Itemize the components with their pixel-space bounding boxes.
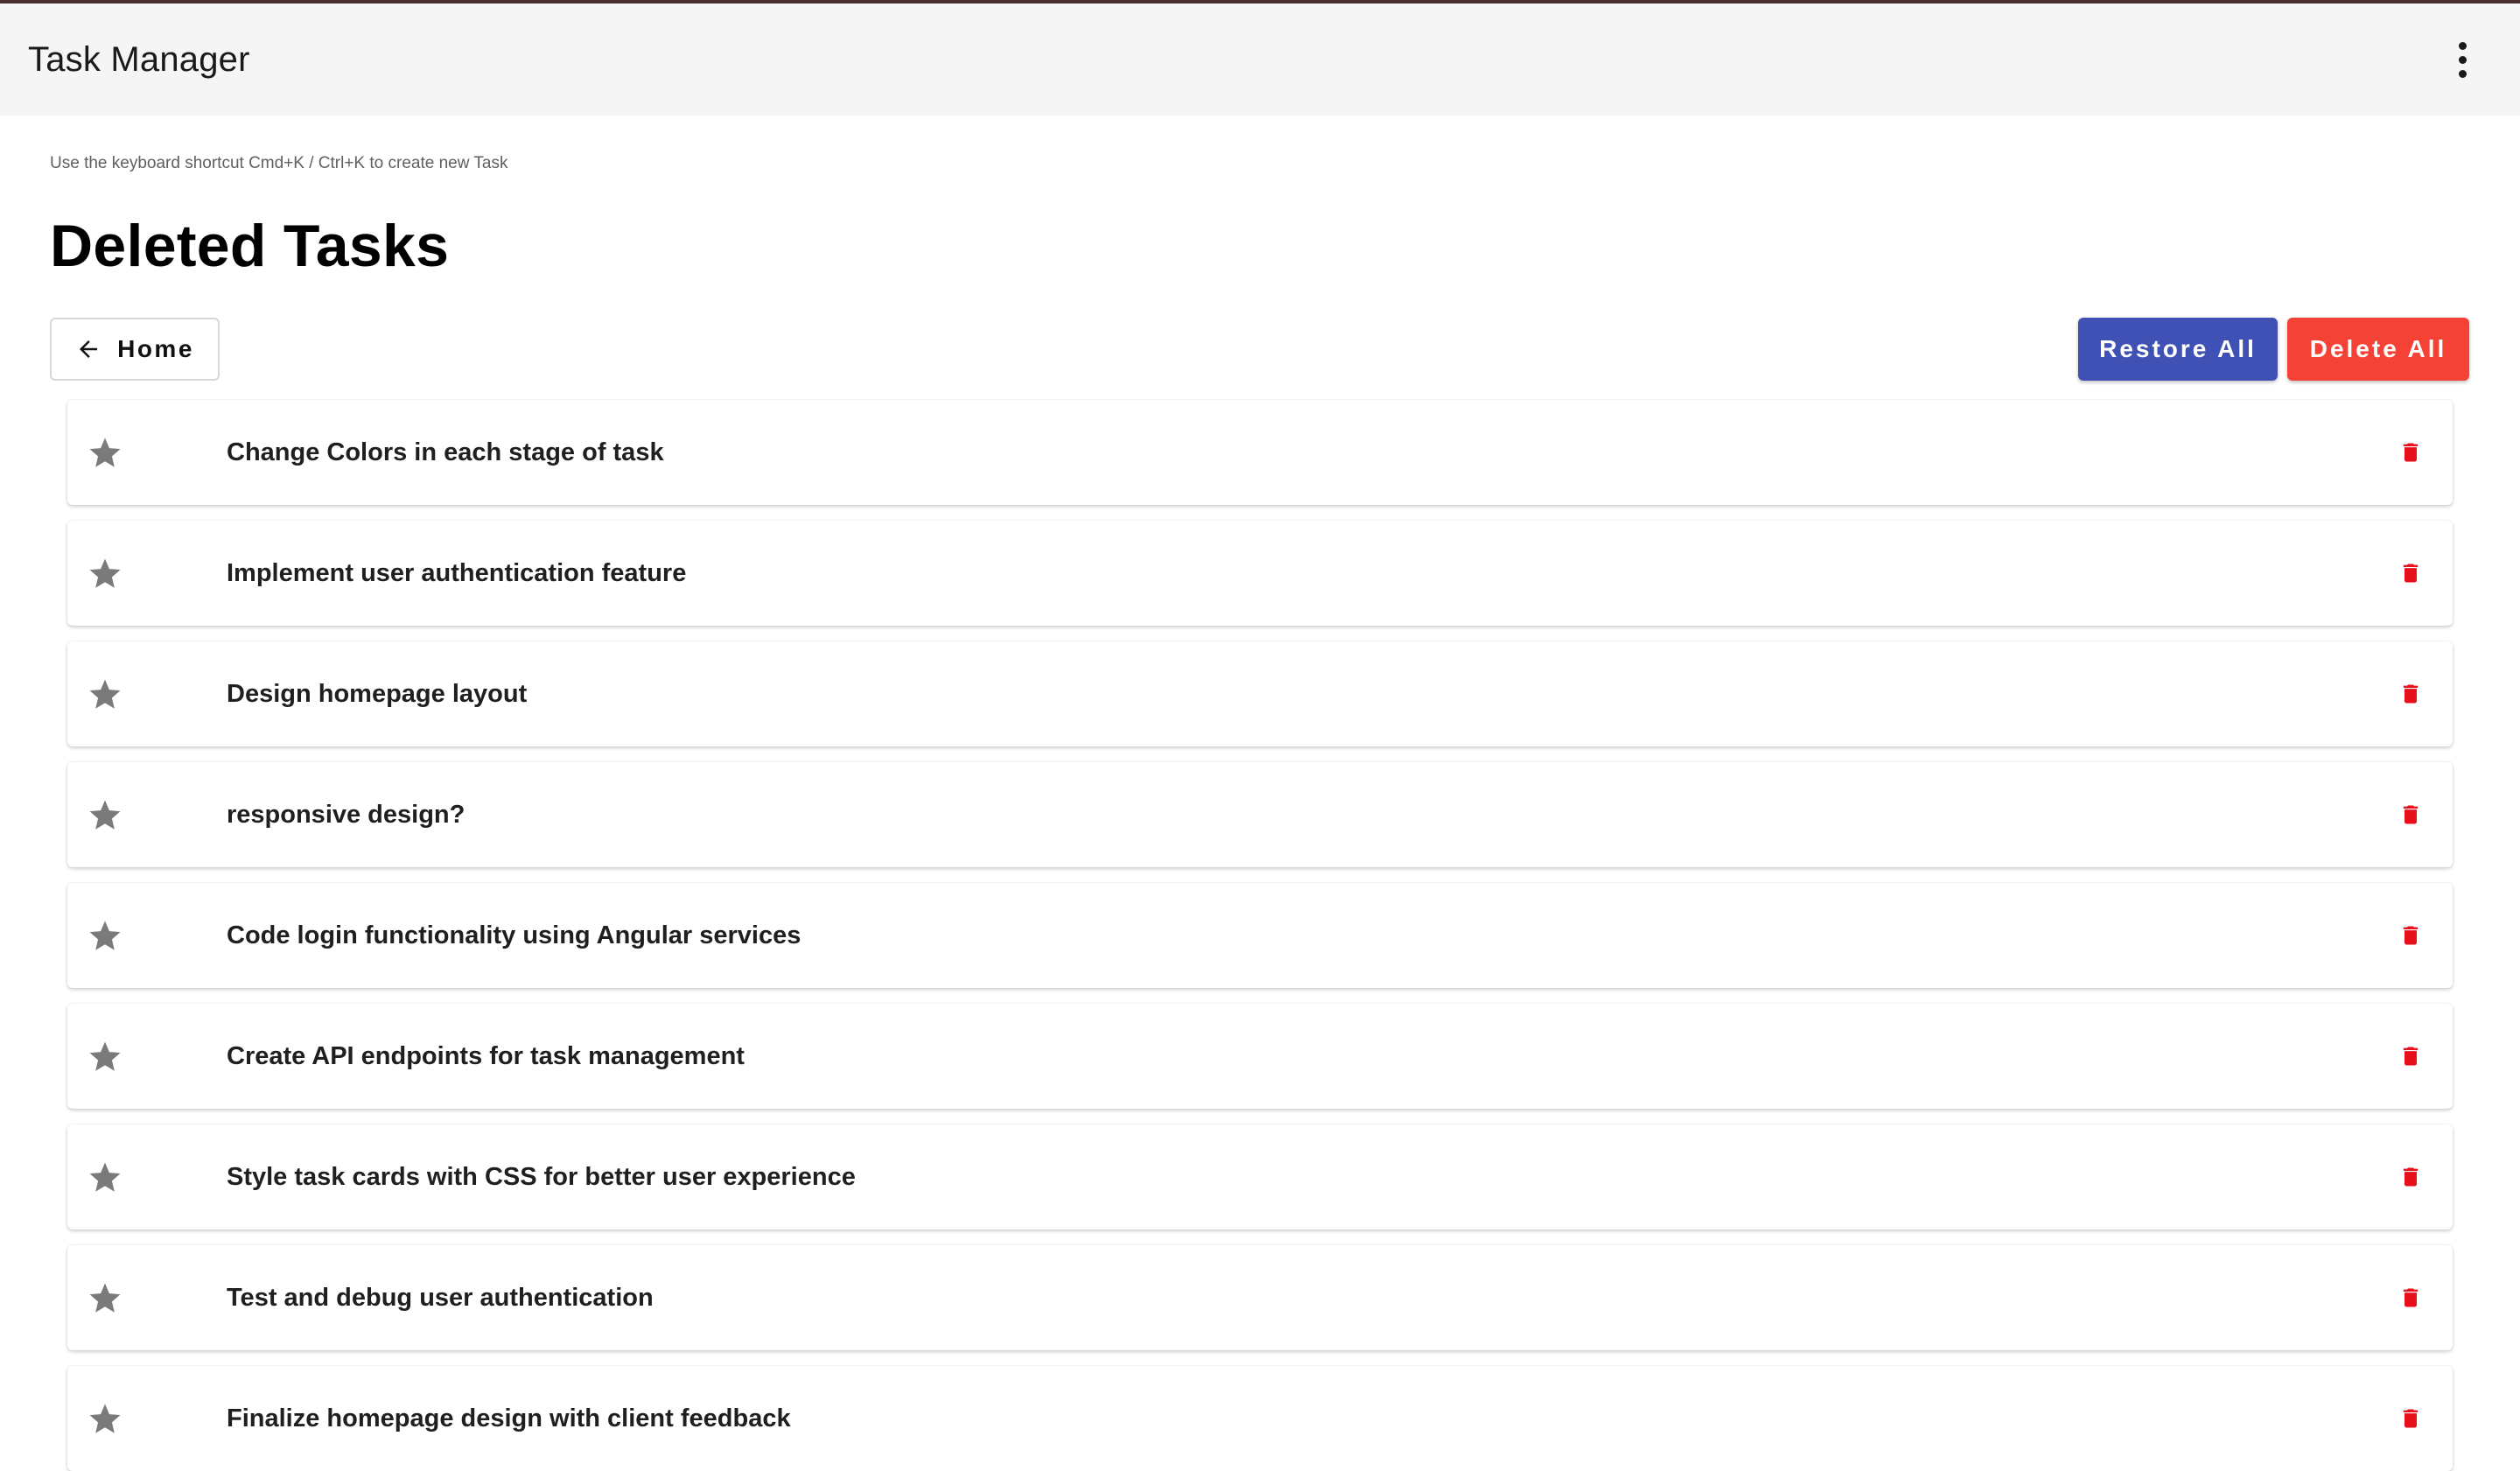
- restore-all-button[interactable]: Restore All: [2078, 318, 2278, 381]
- task-title: Finalize homepage design with client fee…: [227, 1404, 791, 1432]
- home-button[interactable]: Home: [50, 318, 220, 381]
- task-title: Style task cards with CSS for better use…: [227, 1162, 856, 1191]
- task-card[interactable]: Implement user authentication feature: [67, 521, 2453, 626]
- task-title: Test and debug user authentication: [227, 1283, 654, 1312]
- shortcut-hint: Use the keyboard shortcut Cmd+K / Ctrl+K…: [50, 154, 508, 172]
- trash-icon[interactable]: [2398, 1043, 2423, 1069]
- star-icon[interactable]: [87, 435, 123, 472]
- task-title: responsive design?: [227, 800, 466, 829]
- task-card[interactable]: Create API endpoints for task management: [67, 1004, 2453, 1109]
- trash-icon[interactable]: [2398, 681, 2423, 707]
- trash-icon[interactable]: [2398, 1405, 2423, 1432]
- task-title: Design homepage layout: [227, 679, 528, 708]
- task-title: Create API endpoints for task management: [227, 1041, 745, 1070]
- task-title: Change Colors in each stage of task: [227, 438, 664, 466]
- task-card[interactable]: Finalize homepage design with client fee…: [67, 1366, 2453, 1471]
- task-card[interactable]: responsive design?: [67, 762, 2453, 867]
- app-title: Task Manager: [28, 39, 250, 79]
- star-icon[interactable]: [87, 1039, 123, 1075]
- task-card[interactable]: Code login functionality using Angular s…: [67, 883, 2453, 988]
- trash-icon[interactable]: [2398, 802, 2423, 828]
- task-card[interactable]: Test and debug user authentication: [67, 1245, 2453, 1350]
- arrow-back-icon: [80, 340, 98, 358]
- main-content: Use the keyboard shortcut Cmd+K / Ctrl+K…: [0, 116, 2520, 1471]
- more-vert-icon[interactable]: [2434, 32, 2490, 88]
- star-icon[interactable]: [87, 797, 123, 834]
- delete-all-button[interactable]: Delete All: [2287, 318, 2469, 381]
- home-button-label: Home: [117, 335, 194, 362]
- trash-icon[interactable]: [2398, 1285, 2423, 1311]
- task-title: Implement user authentication feature: [227, 558, 687, 587]
- task-card[interactable]: Change Colors in each stage of task: [67, 400, 2453, 505]
- task-card[interactable]: Style task cards with CSS for better use…: [67, 1124, 2453, 1229]
- app-toolbar: Task Manager: [0, 4, 2520, 116]
- star-icon[interactable]: [87, 1280, 123, 1317]
- star-icon[interactable]: [87, 556, 123, 592]
- trash-icon[interactable]: [2398, 1164, 2423, 1190]
- trash-icon[interactable]: [2398, 439, 2423, 466]
- star-icon[interactable]: [87, 1401, 123, 1438]
- star-icon[interactable]: [87, 918, 123, 955]
- trash-icon[interactable]: [2398, 560, 2423, 586]
- star-icon[interactable]: [87, 676, 123, 713]
- task-card[interactable]: Design homepage layout: [67, 641, 2453, 746]
- star-icon[interactable]: [87, 1159, 123, 1196]
- task-title: Code login functionality using Angular s…: [227, 921, 802, 949]
- page-title: Deleted Tasks: [50, 213, 450, 279]
- trash-icon[interactable]: [2398, 922, 2423, 949]
